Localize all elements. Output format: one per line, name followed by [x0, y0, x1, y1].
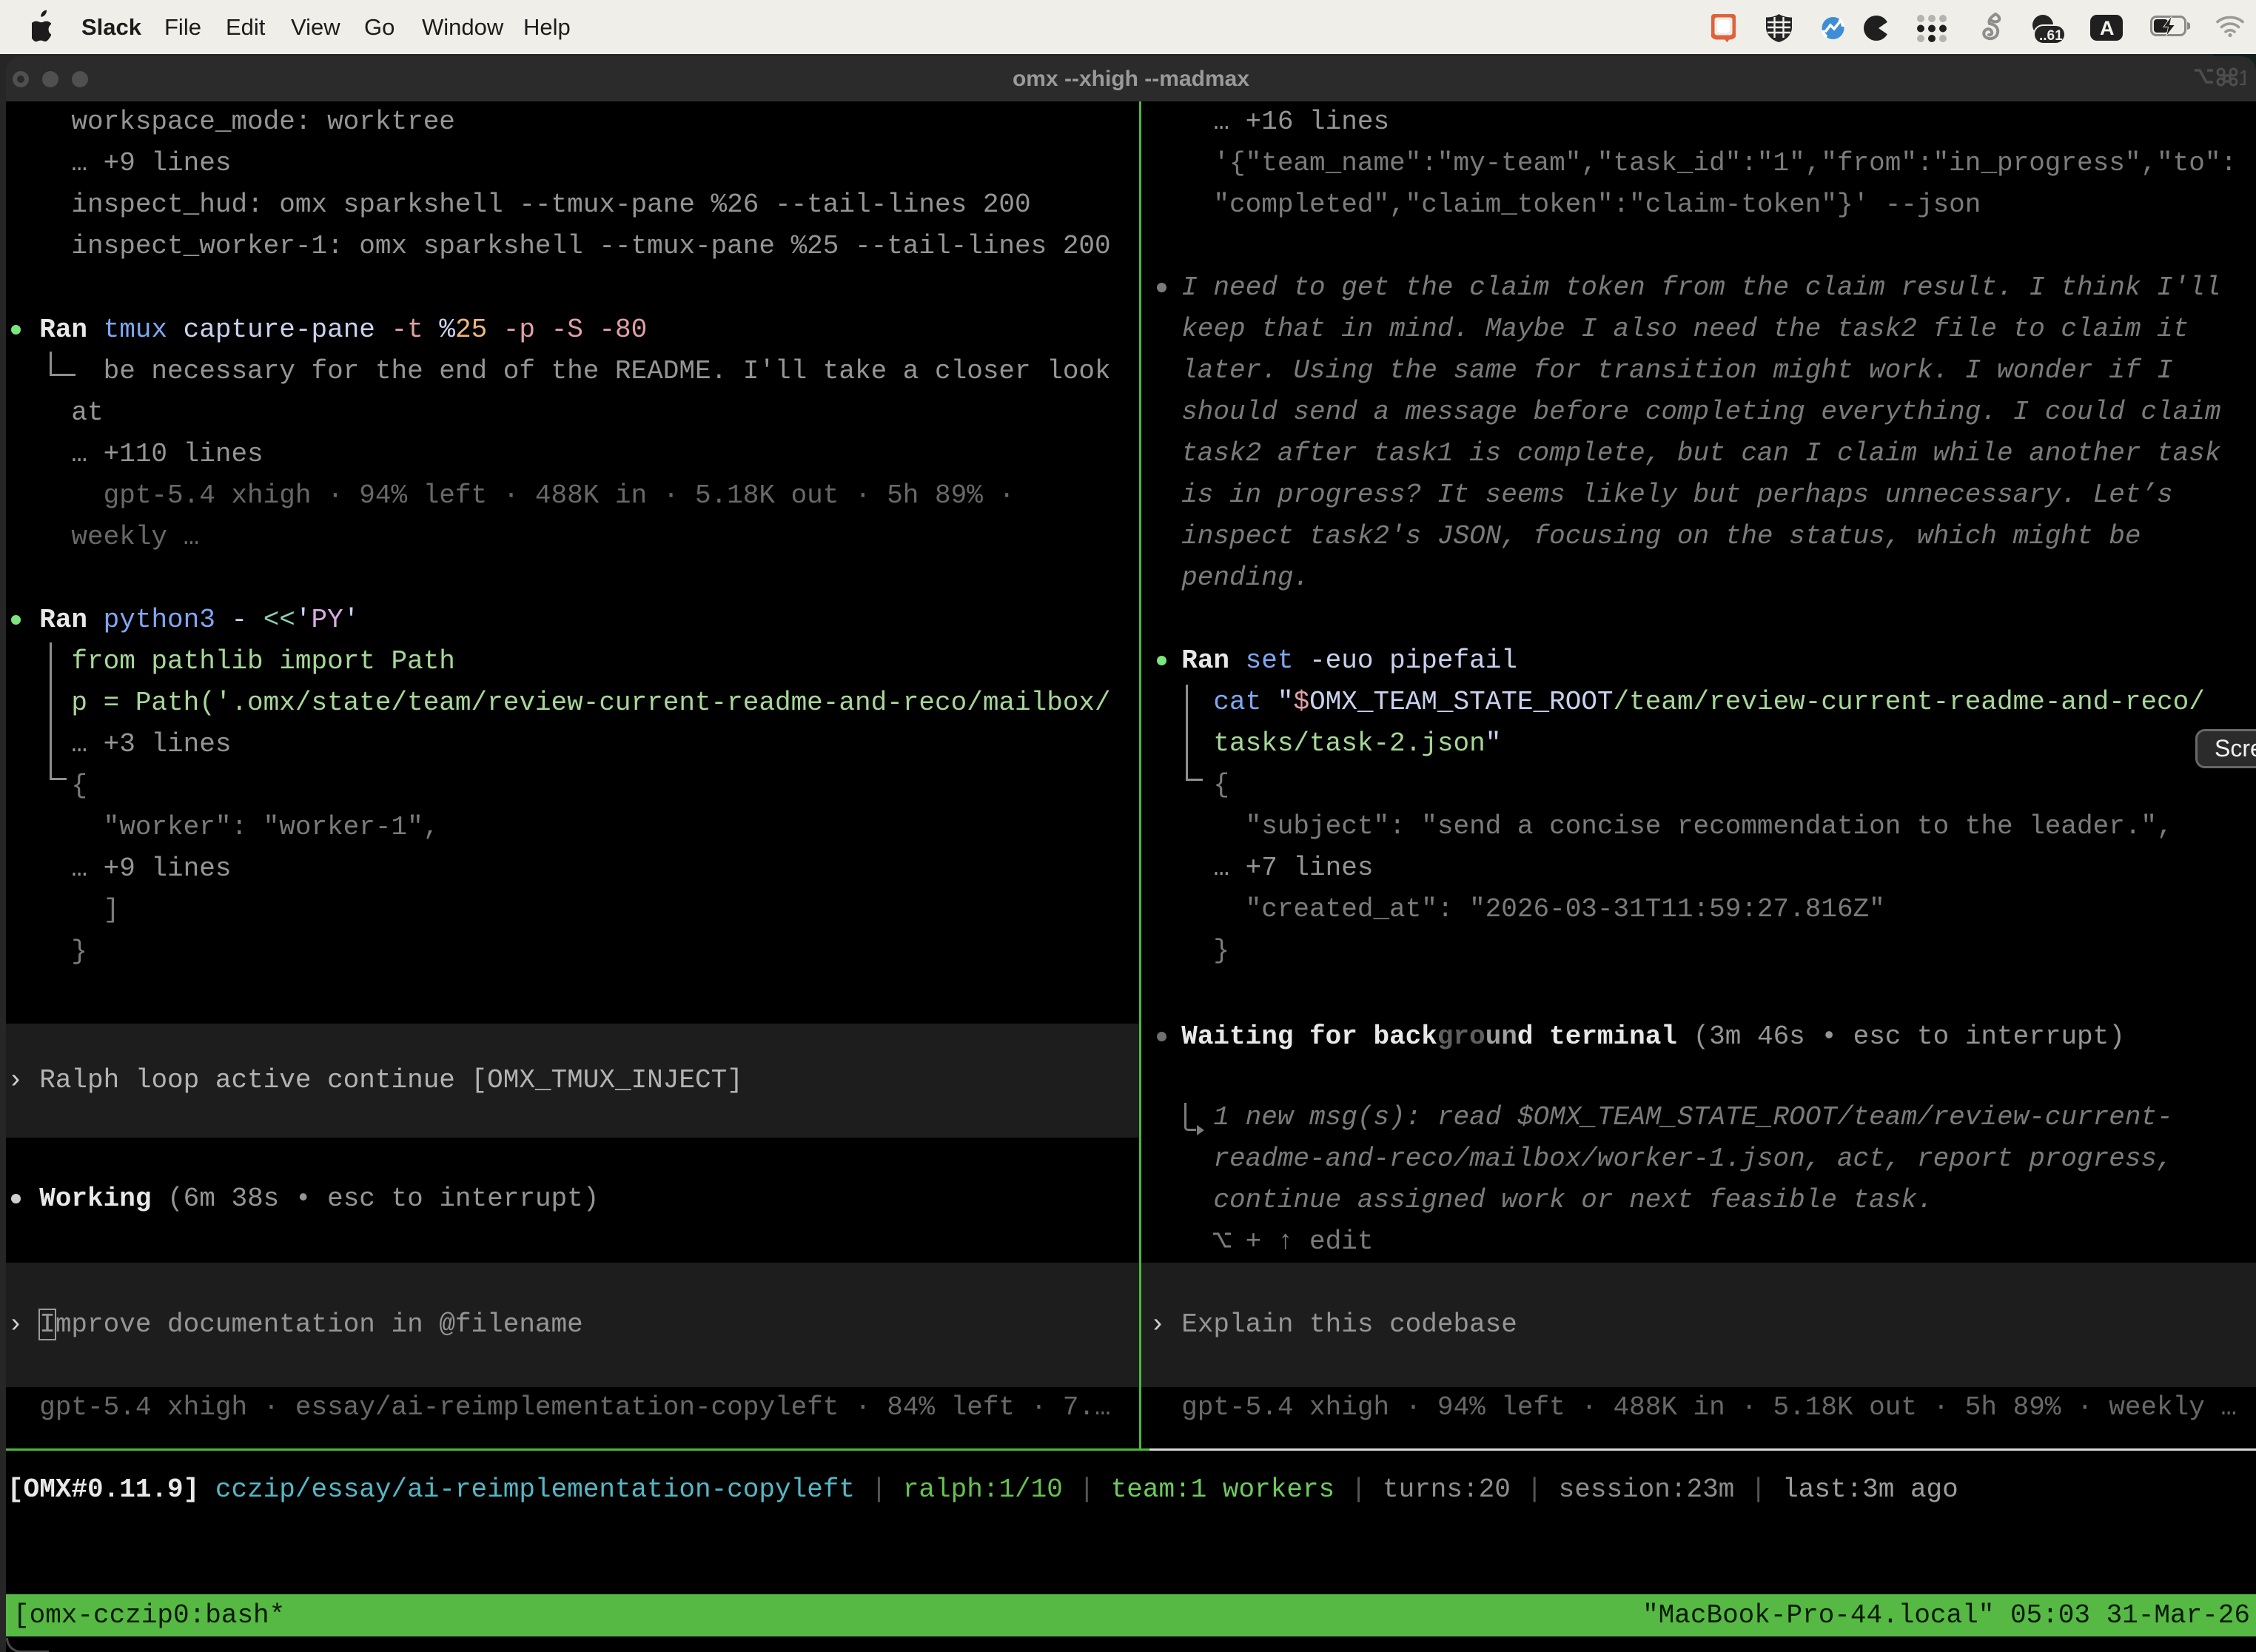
svg-text:1: 1 [2238, 67, 2246, 90]
svg-text:..61: ..61 [2039, 28, 2063, 44]
svg-text:A: A [2100, 17, 2115, 39]
